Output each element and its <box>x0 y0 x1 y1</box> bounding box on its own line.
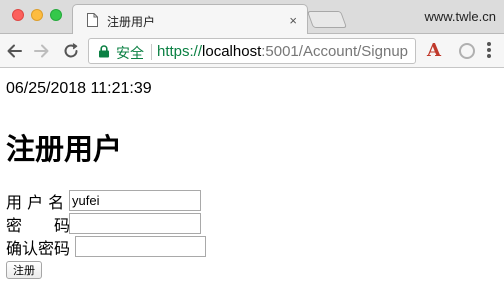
page-content: 06/25/2018 11:21:39 注册用户 用 户 名 密 码 确认密码 … <box>6 68 504 288</box>
arrow-left-icon[interactable] <box>5 41 25 61</box>
browser-toolbar: 安全 https://localhost:5001/Account/Signup… <box>0 34 504 68</box>
extension-circle-icon[interactable] <box>459 43 475 59</box>
password-input[interactable] <box>69 213 201 234</box>
reload-icon[interactable] <box>61 41 81 61</box>
security-label[interactable]: 安全 <box>116 43 144 63</box>
url-host: localhost <box>202 43 262 60</box>
username-input[interactable] <box>69 190 201 211</box>
tab-close-icon[interactable]: × <box>289 13 297 28</box>
confirm-password-input[interactable] <box>75 236 206 257</box>
menu-dot <box>487 54 491 58</box>
tab-strip: 注册用户 × www.twle.cn <box>0 0 504 35</box>
lock-icon[interactable] <box>98 45 110 58</box>
minimize-window-button[interactable] <box>31 9 43 21</box>
kebab-menu-icon[interactable] <box>486 41 492 61</box>
signup-button[interactable]: 注册 <box>6 261 42 279</box>
address-bar[interactable]: 安全 https://localhost:5001/Account/Signup <box>88 38 416 64</box>
url-text[interactable]: https://localhost:5001/Account/Signup <box>157 43 408 60</box>
confirm-password-label: 确认密码 <box>6 239 71 258</box>
url-scheme: https:// <box>157 43 203 60</box>
arrow-right-icon[interactable] <box>31 41 51 61</box>
browser-tab[interactable]: 注册用户 × <box>72 4 308 35</box>
profile-name[interactable]: www.twle.cn <box>424 9 496 24</box>
timestamp: 06/25/2018 11:21:39 <box>6 80 152 97</box>
address-divider <box>151 44 152 60</box>
page-title: 注册用户 <box>6 132 123 166</box>
menu-dot <box>487 48 491 52</box>
username-label: 用 户 名 <box>6 193 65 212</box>
new-tab-button[interactable] <box>306 11 348 28</box>
close-window-button[interactable] <box>12 9 24 21</box>
tab-title: 注册用户 <box>107 15 156 29</box>
password-label: 密 码 <box>6 216 71 235</box>
menu-dot <box>487 42 491 46</box>
url-path: :5001/Account/Signup <box>261 43 409 60</box>
extension-a-icon[interactable]: A <box>427 40 441 61</box>
maximize-window-button[interactable] <box>50 9 62 21</box>
document-icon <box>87 13 98 27</box>
